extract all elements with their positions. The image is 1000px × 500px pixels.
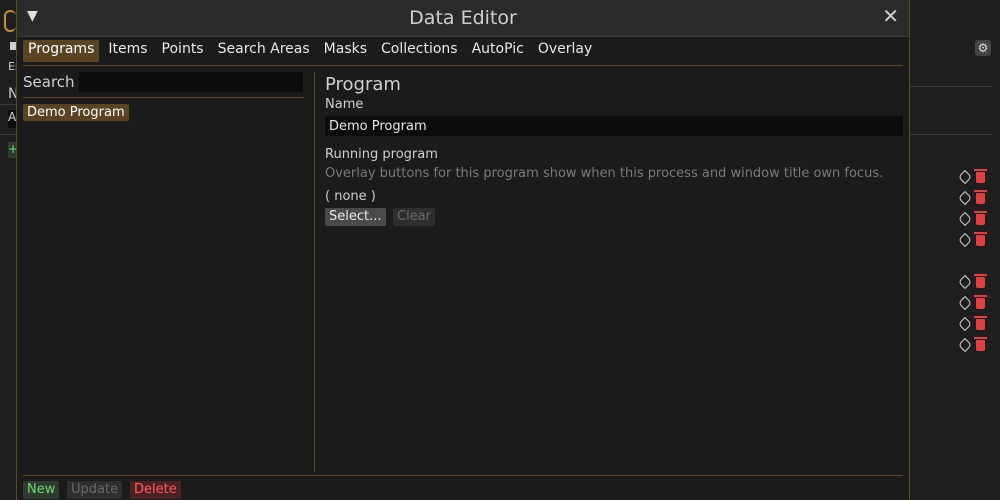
name-label: Name (325, 97, 364, 112)
app-logo-icon (4, 10, 16, 32)
search-label: Search (23, 73, 75, 91)
bg-row-actions (957, 231, 992, 248)
trash-icon[interactable] (974, 168, 987, 183)
tab-overlay[interactable]: Overlay (533, 40, 597, 62)
running-program-value: ( none ) (325, 189, 376, 204)
running-program-label: Running program (325, 147, 438, 162)
program-list-item[interactable]: Demo Program (23, 104, 129, 121)
tab-bar: Programs Items Points Search Areas Masks… (23, 40, 597, 62)
gear-icon[interactable]: ⚙ (975, 40, 991, 56)
bg-divider (910, 134, 992, 135)
tag-icon[interactable] (957, 211, 973, 227)
section-title: Program (325, 74, 401, 95)
bg-row-actions (957, 336, 992, 353)
tag-icon[interactable] (957, 337, 973, 353)
trash-icon[interactable] (974, 231, 987, 246)
tag-icon[interactable] (957, 169, 973, 185)
footer-divider (23, 475, 903, 476)
dialog-title: Data Editor (409, 7, 517, 29)
name-field[interactable] (325, 116, 903, 136)
dialog-titlebar[interactable]: ▼ Data Editor ✕ (17, 0, 909, 37)
tag-icon[interactable] (957, 232, 973, 248)
new-button[interactable]: New (23, 481, 60, 499)
tab-autopic[interactable]: AutoPic (467, 40, 529, 62)
tab-masks[interactable]: Masks (319, 40, 372, 62)
trash-icon[interactable] (974, 336, 987, 351)
clear-button[interactable]: Clear (393, 208, 435, 226)
bg-row-actions (957, 294, 992, 311)
tag-icon[interactable] (957, 274, 973, 290)
tag-icon[interactable] (957, 190, 973, 206)
search-divider (23, 97, 304, 98)
delete-button[interactable]: Delete (130, 481, 181, 499)
running-program-hint: Overlay buttons for this program show wh… (325, 166, 884, 181)
search-input[interactable] (79, 72, 303, 92)
select-button[interactable]: Select... (325, 208, 386, 226)
tab-points[interactable]: Points (157, 40, 209, 62)
trash-icon[interactable] (974, 294, 987, 309)
tag-icon[interactable] (957, 316, 973, 332)
bg-divider (910, 86, 992, 87)
trash-icon[interactable] (974, 315, 987, 330)
tab-search-areas[interactable]: Search Areas (213, 40, 315, 62)
data-editor-dialog: ▼ Data Editor ✕ Programs Items Points Se… (16, 0, 910, 500)
tab-collections[interactable]: Collections (376, 40, 463, 62)
close-icon[interactable]: ✕ (882, 6, 899, 26)
trash-icon[interactable] (974, 210, 987, 225)
update-button[interactable]: Update (67, 481, 123, 499)
trash-icon[interactable] (974, 189, 987, 204)
trash-icon[interactable] (974, 273, 987, 288)
tab-divider (23, 65, 903, 66)
bg-row-actions (957, 315, 992, 332)
bg-row-actions (957, 273, 992, 290)
pane-divider[interactable] (314, 72, 315, 472)
bg-row-actions (957, 168, 992, 185)
tag-icon[interactable] (957, 295, 973, 311)
background-right-panel (910, 0, 1000, 500)
bg-row-actions (957, 189, 992, 206)
tab-items[interactable]: Items (103, 40, 152, 62)
tab-programs[interactable]: Programs (23, 40, 100, 62)
bg-row-actions (957, 210, 992, 227)
